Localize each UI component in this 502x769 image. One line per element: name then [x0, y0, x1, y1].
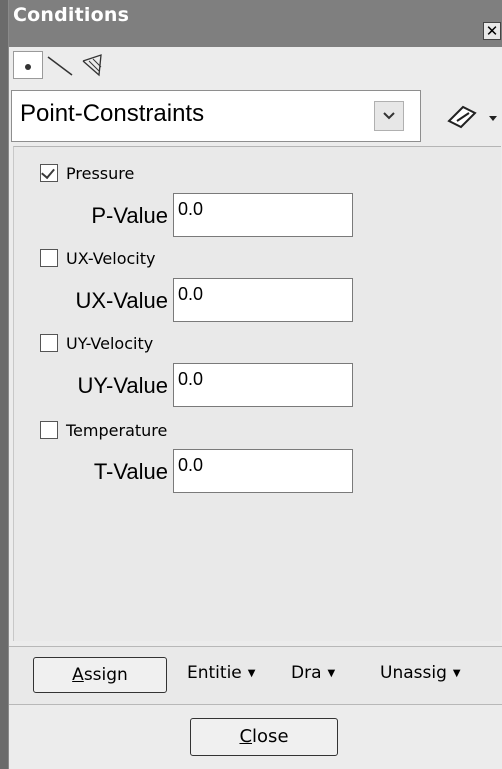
uy-value-label: UY-Value	[77, 373, 168, 398]
ux-velocity-label: UX-Velocity	[66, 248, 156, 268]
t-value-label: T-Value	[93, 459, 168, 484]
temperature-checkbox-row[interactable]: Temperature	[40, 418, 167, 442]
close-button[interactable]: Close	[190, 718, 338, 756]
line-icon[interactable]	[45, 51, 75, 79]
entity-type-toolbar	[11, 47, 501, 85]
pressure-checkbox[interactable]	[40, 164, 58, 182]
ux-velocity-checkbox-row[interactable]: UX-Velocity	[40, 246, 155, 270]
dropdown-arrow-icon[interactable]	[487, 109, 499, 121]
uy-velocity-checkbox-row[interactable]: UY-Velocity	[40, 331, 153, 355]
draw-menu-label: Dra	[291, 663, 322, 683]
temperature-label: Temperature	[66, 420, 168, 440]
caret-down-icon: ▼	[452, 667, 461, 679]
ux-value-input[interactable]: 0.0	[173, 278, 353, 322]
uy-velocity-label: UY-Velocity	[66, 333, 154, 353]
window-title: Conditions	[13, 4, 130, 26]
unassign-menu-label: Unassig	[380, 663, 447, 683]
title-bar[interactable]: Conditions ✕	[9, 0, 502, 47]
eraser-icon[interactable]	[441, 99, 483, 135]
actions-bar: Assign Entitie ▼ Dra ▼ Unassig ▼	[9, 646, 502, 704]
uy-velocity-checkbox[interactable]	[40, 334, 58, 352]
assign-button[interactable]: Assign	[33, 657, 167, 693]
point-icon[interactable]	[13, 51, 43, 79]
condition-fields-panel: Pressure P-Value 0.0 UX-Velocity UX-Valu…	[13, 146, 501, 641]
conditions-window: Conditions ✕ Point-Constraints Pressure …	[8, 0, 502, 769]
chevron-down-icon[interactable]	[374, 101, 404, 131]
entities-menu-button[interactable]: Entitie ▼	[187, 663, 255, 683]
unassign-menu-button[interactable]: Unassig ▼	[380, 663, 461, 683]
condition-type-value: Point-Constraints	[20, 100, 205, 127]
condition-type-select[interactable]: Point-Constraints	[11, 90, 421, 142]
p-value-label: P-Value	[91, 203, 168, 228]
surface-icon[interactable]	[79, 51, 109, 79]
dialog-footer: Close	[9, 704, 502, 769]
t-value-input[interactable]: 0.0	[173, 449, 353, 493]
caret-down-icon: ▼	[247, 667, 256, 679]
ux-value-label: UX-Value	[75, 288, 168, 313]
draw-menu-button[interactable]: Dra ▼	[291, 663, 335, 683]
close-window-icon[interactable]: ✕	[483, 22, 501, 40]
caret-down-icon: ▼	[327, 667, 336, 679]
pressure-checkbox-row[interactable]: Pressure	[40, 161, 134, 185]
uy-value-input[interactable]: 0.0	[173, 363, 353, 407]
pressure-label: Pressure	[66, 163, 135, 183]
entities-menu-label: Entitie	[187, 663, 242, 683]
temperature-checkbox[interactable]	[40, 421, 58, 439]
p-value-input[interactable]: 0.0	[173, 193, 353, 237]
ux-velocity-checkbox[interactable]	[40, 249, 58, 267]
